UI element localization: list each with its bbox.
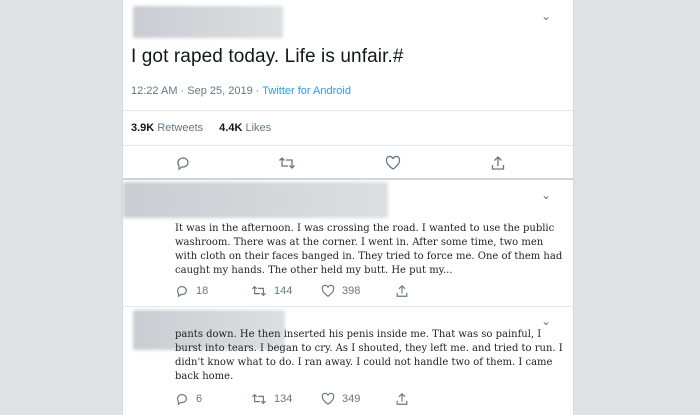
heart-icon <box>385 155 401 170</box>
retweet-button[interactable]: 144 <box>251 284 292 298</box>
divider <box>123 145 573 146</box>
divider <box>123 306 573 307</box>
likes-count: 4.4K <box>219 122 243 134</box>
reply-action-bar: 18 144 398 <box>123 284 573 304</box>
tweet-stats: 3.9K Retweets 4.4K Likes <box>131 122 271 134</box>
retweet-icon <box>252 393 266 405</box>
blurred-author-avatar-name <box>123 182 388 218</box>
reply-count: 6 <box>196 393 203 405</box>
retweet-icon <box>279 157 295 169</box>
share-icon <box>396 392 408 405</box>
retweet-button[interactable] <box>278 155 296 171</box>
tweet-source-link[interactable]: Twitter for Android <box>262 85 351 97</box>
likes-stat[interactable]: 4.4K Likes <box>219 122 271 134</box>
likes-label: Likes <box>245 122 272 134</box>
share-button[interactable] <box>395 392 409 406</box>
retweet-button[interactable]: 134 <box>251 392 292 406</box>
share-icon <box>396 284 408 297</box>
retweets-count: 3.9K <box>131 122 155 134</box>
reply-icon <box>177 394 187 406</box>
reply-button[interactable]: 6 <box>175 392 202 406</box>
like-count: 349 <box>342 393 361 405</box>
heart-icon <box>321 284 335 297</box>
page-background-right <box>572 0 700 415</box>
chevron-down-icon[interactable]: ⌄ <box>541 188 551 202</box>
tweet-thread-card: ⌄ I got raped today. Life is unfair.# 12… <box>122 0 574 415</box>
share-icon <box>491 156 505 170</box>
share-button[interactable] <box>395 284 409 298</box>
tweet-timestamp: 12:22 AM · Sep 25, 2019 · Twitter for An… <box>131 85 351 97</box>
reply-button[interactable] <box>175 155 191 171</box>
heart-icon <box>321 392 335 405</box>
reply-text: pants down. He then inserted his penis i… <box>175 329 563 382</box>
like-count: 398 <box>342 285 361 297</box>
retweets-stat[interactable]: 3.9K Retweets <box>131 122 203 134</box>
retweet-count: 144 <box>274 285 293 297</box>
tweet-text: I got raped today. Life is unfair.# <box>131 46 404 67</box>
retweet-count: 134 <box>274 393 293 405</box>
like-button[interactable]: 398 <box>321 284 360 298</box>
reply-icon <box>177 286 187 298</box>
reply-text: It was in the afternoon. I was crossing … <box>175 223 563 276</box>
chevron-down-icon[interactable]: ⌄ <box>541 9 551 23</box>
divider <box>123 110 573 111</box>
reply-count: 18 <box>196 285 209 297</box>
retweet-icon <box>252 285 266 297</box>
like-button[interactable]: 349 <box>321 392 360 406</box>
reply-action-bar: 6 134 349 <box>123 392 573 412</box>
page-background-left <box>0 0 122 415</box>
divider <box>123 178 573 180</box>
share-button[interactable] <box>490 155 506 171</box>
tweet-time: 12:22 AM · Sep 25, 2019 · <box>131 85 263 97</box>
retweets-label: Retweets <box>157 122 204 134</box>
tweet-action-bar <box>123 155 573 175</box>
reply-icon <box>177 157 189 171</box>
chevron-down-icon[interactable]: ⌄ <box>541 314 551 328</box>
reply-button[interactable]: 18 <box>175 284 208 298</box>
blurred-author-name <box>133 6 283 38</box>
like-button[interactable] <box>385 155 401 171</box>
